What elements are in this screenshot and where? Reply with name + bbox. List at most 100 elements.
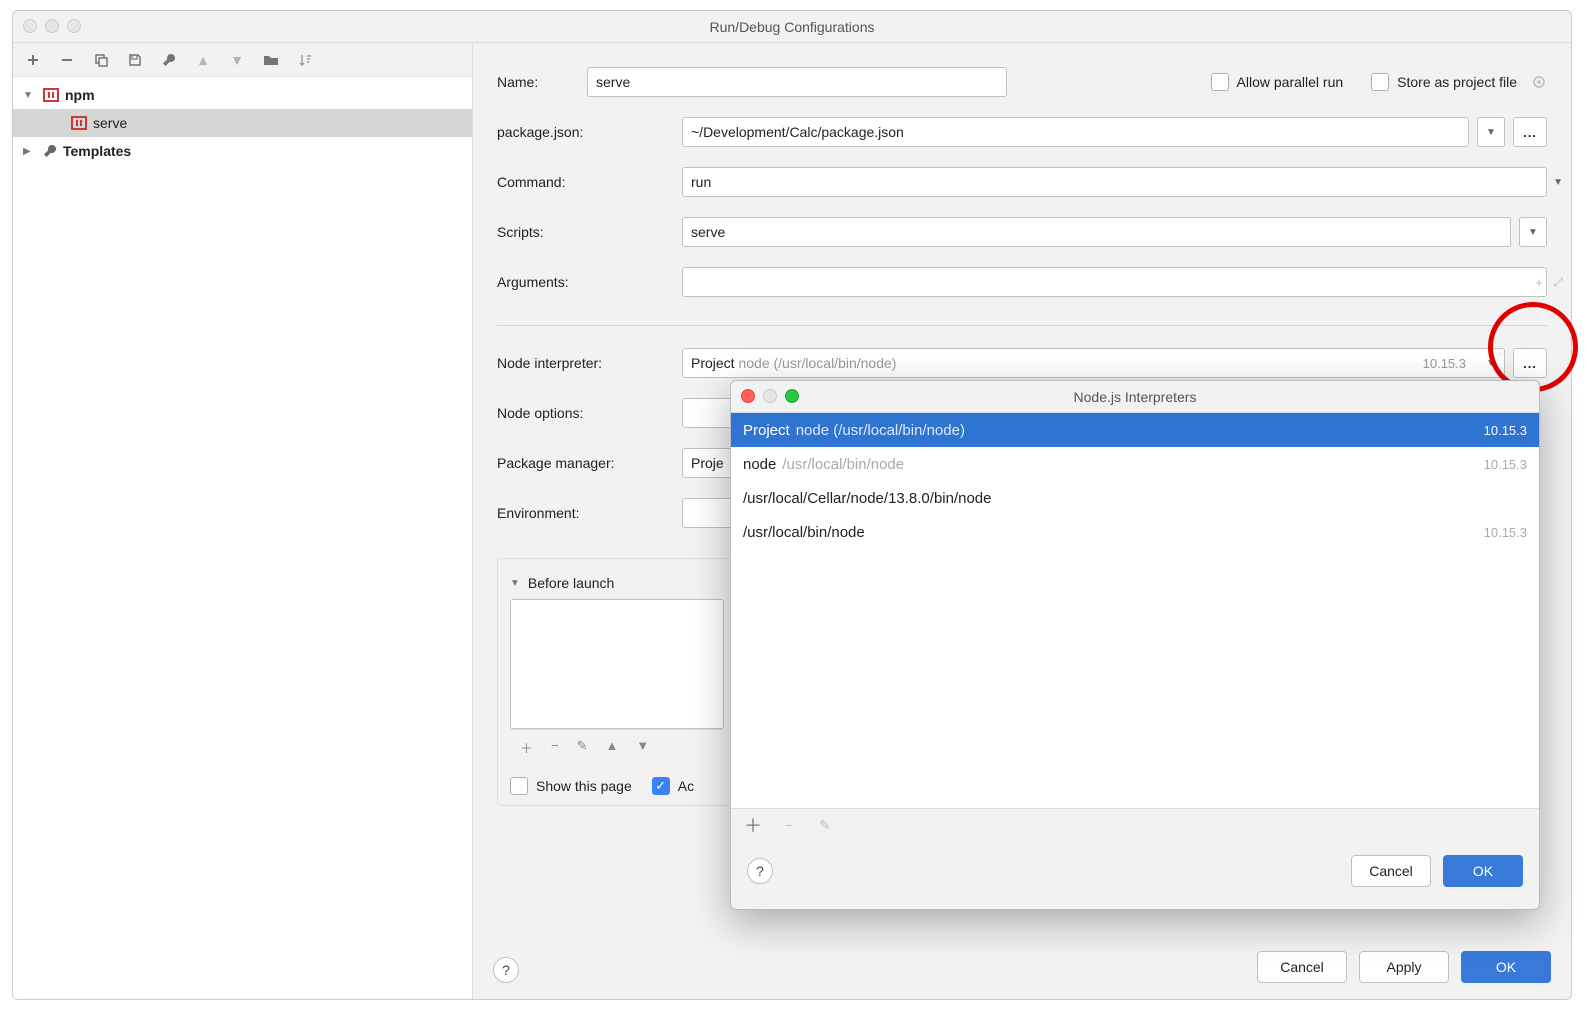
environment-input[interactable] (682, 498, 732, 528)
scripts-label: Scripts: (497, 224, 682, 240)
traffic-min-icon[interactable] (45, 19, 59, 33)
remove-icon[interactable]: − (551, 738, 559, 757)
traffic-max-icon[interactable] (67, 19, 81, 33)
window-titlebar: Run/Debug Configurations (13, 11, 1571, 43)
interpreter-label: /usr/local/bin/node (743, 524, 865, 541)
interpreters-titlebar: Node.js Interpreters (731, 381, 1539, 413)
help-button[interactable]: ? (493, 957, 519, 983)
cancel-button[interactable]: Cancel (1351, 855, 1431, 887)
node-options-label: Node options: (497, 405, 682, 421)
arguments-label: Arguments: (497, 274, 682, 290)
interpreter-label: node (743, 456, 776, 473)
scripts-input[interactable]: serve (682, 217, 1511, 247)
edit-icon[interactable]: ✎ (817, 817, 833, 833)
activate-check[interactable]: ✓ Ac (652, 777, 694, 795)
move-up-icon[interactable]: ▲ (195, 52, 211, 68)
chevron-down-icon: ▼ (1486, 358, 1496, 369)
move-down-icon[interactable]: ▼ (229, 52, 245, 68)
package-json-label: package.json: (497, 124, 682, 140)
sort-icon[interactable] (297, 52, 313, 68)
tree-node-templates[interactable]: ▶ Templates (13, 137, 472, 165)
tree-node-npm[interactable]: ▼ npm (13, 81, 472, 109)
move-down-icon[interactable]: ▼ (636, 738, 649, 757)
tree-label: npm (65, 87, 95, 103)
wrench-icon[interactable] (161, 52, 177, 68)
package-json-input[interactable]: ~/Development/Calc/package.json (682, 117, 1469, 147)
before-launch-list[interactable] (510, 599, 724, 729)
before-launch-toolbar: ＋ − ✎ ▲ ▼ (510, 729, 724, 765)
help-button[interactable]: ? (747, 858, 773, 884)
add-icon[interactable] (25, 52, 41, 68)
add-icon[interactable]: ＋ (520, 738, 533, 757)
interpreter-path: node (/usr/local/bin/node) (796, 422, 965, 439)
allow-parallel-check[interactable]: Allow parallel run (1211, 73, 1344, 91)
traffic-max-icon[interactable] (785, 389, 799, 403)
show-page-check[interactable]: Show this page (510, 777, 632, 795)
traffic-close-icon[interactable] (741, 389, 755, 403)
interpreter-row[interactable]: node /usr/local/bin/node 10.15.3 (731, 447, 1539, 481)
checkbox-icon[interactable] (510, 777, 528, 795)
interpreter-row[interactable]: /usr/local/bin/node 10.15.3 (731, 515, 1539, 549)
remove-icon[interactable] (59, 52, 75, 68)
configs-toolbar: ▲ ▼ (13, 43, 472, 77)
package-json-dropdown[interactable]: ▼ (1477, 117, 1505, 147)
node-interpreter-select[interactable]: Project node (/usr/local/bin/node) 10.15… (682, 348, 1505, 378)
arguments-input[interactable]: + ⤢ (682, 267, 1547, 297)
checkbox-icon[interactable] (1371, 73, 1389, 91)
move-up-icon[interactable]: ▲ (606, 738, 619, 757)
ok-button[interactable]: OK (1461, 951, 1551, 983)
cancel-button[interactable]: Cancel (1257, 951, 1347, 983)
ok-button[interactable]: OK (1443, 855, 1523, 887)
copy-icon[interactable] (93, 52, 109, 68)
interpreter-path: /usr/local/bin/node (782, 456, 904, 473)
config-tree[interactable]: ▼ npm serve ▶ Templates (13, 77, 472, 999)
interpreters-toolbar: ＋ − ✎ (731, 808, 1539, 841)
configs-panel: ▲ ▼ ▼ npm serve (13, 43, 473, 999)
npm-icon (71, 116, 87, 130)
traffic-min-icon[interactable] (763, 389, 777, 403)
scripts-dropdown[interactable]: ▼ (1519, 217, 1547, 247)
interpreter-label: /usr/local/Cellar/node/13.8.0/bin/node (743, 490, 992, 507)
edit-icon[interactable]: ✎ (577, 738, 588, 757)
node-interpreter-browse[interactable]: ... (1513, 348, 1547, 378)
expand-icon[interactable]: ⤢ (1553, 275, 1563, 290)
gear-icon[interactable] (1531, 74, 1547, 90)
remove-icon[interactable]: − (781, 817, 797, 833)
save-icon[interactable] (127, 52, 143, 68)
interpreters-title: Node.js Interpreters (1074, 389, 1197, 405)
expand-icon[interactable]: ▶ (23, 146, 37, 157)
interpreter-version: 10.15.3 (1484, 457, 1527, 472)
add-icon[interactable]: ＋ (745, 817, 761, 833)
folder-icon[interactable] (263, 52, 279, 68)
command-label: Command: (497, 174, 682, 190)
interpreter-label: Project (743, 422, 790, 439)
store-project-check[interactable]: Store as project file (1371, 73, 1547, 91)
tree-label: serve (93, 115, 127, 131)
package-json-browse[interactable]: ... (1513, 117, 1547, 147)
apply-button[interactable]: Apply (1359, 951, 1449, 983)
checkbox-checked-icon[interactable]: ✓ (652, 777, 670, 795)
collapse-icon[interactable]: ▼ (23, 90, 37, 101)
checkbox-icon[interactable] (1211, 73, 1229, 91)
interpreter-row[interactable]: Project node (/usr/local/bin/node)10.15.… (731, 413, 1539, 447)
node-options-input[interactable] (682, 398, 732, 428)
window-title: Run/Debug Configurations (710, 19, 875, 35)
interpreter-row[interactable]: /usr/local/Cellar/node/13.8.0/bin/node (731, 481, 1539, 515)
interpreter-version: 10.15.3 (1484, 525, 1527, 540)
name-input[interactable]: serve (587, 67, 1007, 97)
before-launch-section[interactable]: ▼ Before launch (510, 575, 724, 591)
tree-node-serve[interactable]: serve (13, 109, 472, 137)
command-select[interactable]: run▼ (682, 167, 1547, 197)
npm-icon (43, 88, 59, 102)
collapse-icon[interactable]: ▼ (510, 578, 520, 589)
environment-label: Environment: (497, 505, 682, 521)
interpreters-list[interactable]: Project node (/usr/local/bin/node) 10.15.… (731, 413, 1539, 808)
wrench-icon (43, 144, 57, 158)
package-manager-label: Package manager: (497, 455, 682, 471)
traffic-close-icon[interactable] (23, 19, 37, 33)
tree-label: Templates (63, 143, 131, 159)
interpreters-dialog: Node.js Interpreters Project node (/usr/… (730, 380, 1540, 910)
insert-macro-icon[interactable]: + (1535, 275, 1543, 290)
name-label: Name: (497, 74, 587, 90)
chevron-down-icon: ▼ (1553, 177, 1563, 188)
